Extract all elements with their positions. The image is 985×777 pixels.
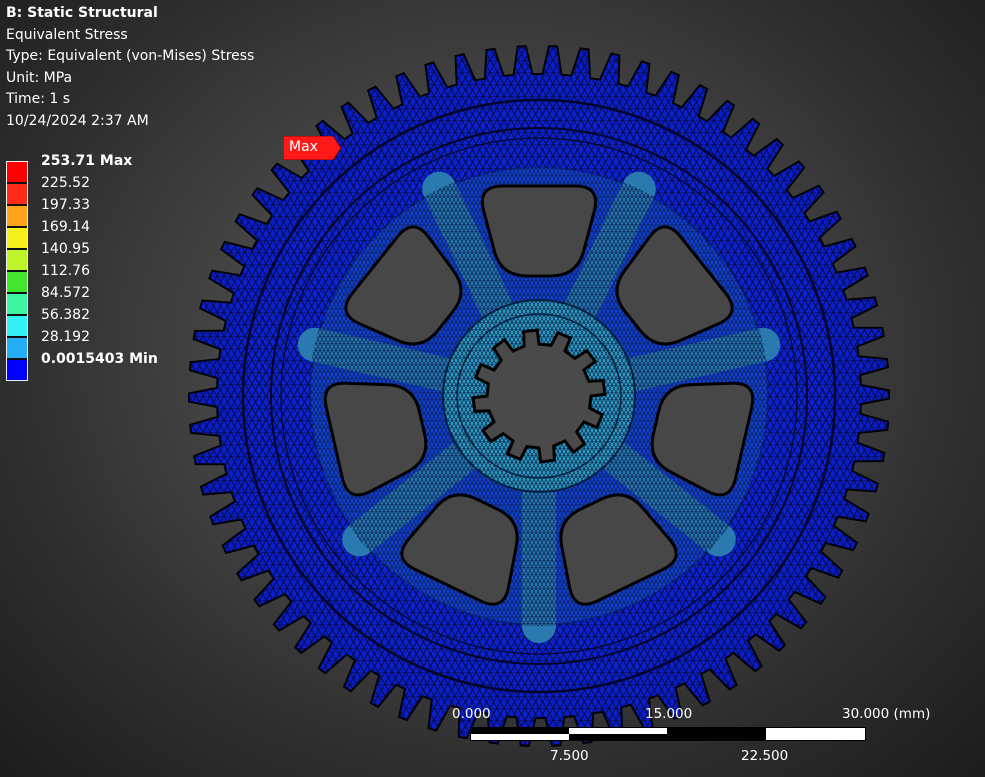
legend-label: 140.95 [41,241,90,257]
result-unit: Unit: MPa [6,69,73,86]
scale-label-0: 0.000 [452,706,491,722]
scale-label-7-5: 7.500 [550,748,589,764]
legend-label: 28.192 [41,329,90,345]
scale-label-22-5: 22.500 [741,748,789,764]
result-type: Type: Equivalent (von-Mises) Stress [6,48,255,64]
legend-label: 112.76 [41,263,90,279]
legend-entry: 253.71 Max [6,153,206,183]
legend-swatch [6,161,28,183]
legend-swatch [6,227,28,249]
legend-label: 56.382 [41,307,90,323]
legend-label: 225.52 [41,175,90,191]
result-date: 10/24/2024 2:37 AM [6,112,149,129]
legend-swatch [6,315,28,337]
result-time: Time: 1 s [6,91,71,107]
legend-label: 84.572 [41,285,90,301]
scale-label-30: 30.000 (mm) [842,706,931,722]
legend-label: 197.33 [41,197,90,213]
legend-entry: 169.14 [6,219,206,249]
legend-label: 169.14 [41,219,90,235]
legend-entry: 84.572 [6,285,206,315]
scale-bar-graphic [470,727,866,741]
scale-label-15: 15.000 [645,706,693,722]
legend-swatch [6,293,28,315]
legend-swatch [6,337,28,359]
legend-entry: 225.52 [6,175,206,205]
result-name: Equivalent Stress [6,26,128,43]
result-info: B: Static Structural Equivalent Stress T… [6,3,254,132]
max-probe-label[interactable]: Max [282,135,342,161]
legend-label: 0.0015403 Min [41,351,158,367]
legend-swatch [6,183,28,205]
legend-swatch [6,249,28,271]
legend-entry: 197.33 [6,197,206,227]
lightening-hole [480,184,598,278]
legend-entry: 140.95 [6,241,206,271]
legend-label: 253.71 Max [41,153,133,169]
max-probe-text: Max [289,139,318,155]
legend-entry: 112.76 [6,263,206,293]
legend-swatch [6,205,28,227]
legend-entry: 0.0015403 Min [6,351,206,381]
legend-swatch [6,359,28,381]
legend-entry: 56.382 [6,307,206,337]
legend-swatch [6,271,28,293]
hub [442,299,636,493]
analysis-title: B: Static Structural [6,5,158,21]
